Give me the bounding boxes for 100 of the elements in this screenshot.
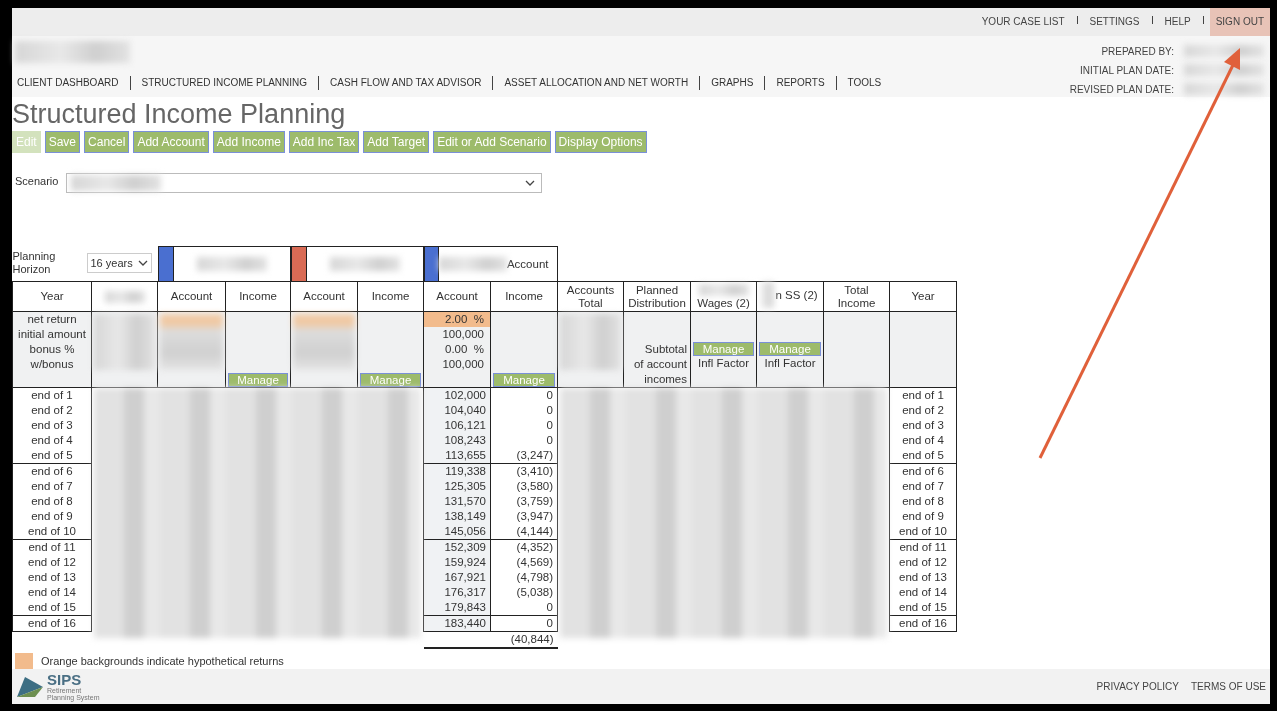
nav-link[interactable]: TOOLS [842, 77, 887, 89]
year-cell: end of 16 [889, 615, 957, 632]
account-value-cell: 106,121 [423, 418, 491, 434]
top-link[interactable]: HELP [1158, 8, 1197, 36]
blurred-area [560, 314, 621, 371]
plan-info-label: PREPARED BY: [1100, 45, 1174, 57]
infl-factor-label: Infl Factor [763, 356, 817, 372]
year-cell: end of 7 [12, 479, 92, 495]
year-cell: end of 10 [889, 524, 957, 540]
account-value-cell: 131,570 [423, 494, 491, 510]
income-value-cell: 0 [490, 615, 558, 632]
blurred-area [439, 257, 507, 272]
year-cell: end of 12 [889, 555, 957, 571]
planning-horizon-label: Planning Horizon [12, 250, 57, 277]
year-cell: end of 2 [889, 403, 957, 419]
blurred-area [329, 257, 400, 272]
year-cell: end of 6 [12, 463, 92, 480]
account-value-cell: 104,040 [423, 403, 491, 419]
column-header: Account [436, 290, 478, 304]
plan-info-label: REVISED PLAN DATE: [1068, 83, 1174, 95]
column-header: Account [303, 290, 345, 304]
page-title: Structured Income Planning [12, 99, 347, 130]
year-cell: end of 3 [889, 418, 957, 434]
nav-link[interactable]: CLIENT DASHBOARD [12, 77, 124, 89]
parameter-label: net return [26, 312, 78, 328]
column-header: Account [170, 290, 213, 304]
year-cell: end of 5 [889, 448, 957, 464]
parameter-label: bonus % [28, 342, 76, 358]
parameter-value: 100,000 [441, 357, 485, 373]
year-cell: end of 8 [889, 494, 957, 510]
plan-info-label: INITIAL PLAN DATE: [1079, 64, 1174, 76]
blurred-area [94, 314, 155, 371]
year-cell: end of 9 [889, 509, 957, 525]
column-header: Accounts Total [565, 283, 616, 310]
account-value-cell: 167,921 [423, 570, 491, 586]
income-value-cell: 0 [490, 600, 558, 616]
nav-link[interactable]: STRUCTURED INCOME PLANNING [136, 77, 313, 89]
account-value-cell: 179,843 [423, 600, 491, 616]
scenario-select[interactable] [66, 173, 543, 194]
column-header: Income [239, 290, 277, 304]
nav-link[interactable]: ASSET ALLOCATION AND NET WORTH [499, 77, 694, 89]
column-header: Planned Distribution [627, 283, 687, 310]
column-header: Year [911, 290, 935, 304]
year-cell: end of 14 [889, 585, 957, 601]
income-value-cell: (3,247) [490, 448, 558, 464]
account-value-cell: 176,317 [423, 585, 491, 601]
year-cell: end of 8 [12, 494, 92, 510]
year-cell: end of 16 [12, 615, 92, 632]
year-cell: end of 9 [12, 509, 92, 525]
logo-mark-icon [15, 674, 45, 699]
footer-link[interactable]: TERMS OF USE [1191, 681, 1266, 693]
column-header: Total Income [836, 283, 877, 310]
year-cell: end of 13 [12, 570, 92, 586]
nav-link[interactable]: REPORTS [771, 77, 830, 89]
legend-text: Orange backgrounds indicate hypothetical returns [41, 655, 284, 668]
blurred-area [196, 257, 267, 272]
account-group-title: Account [506, 258, 549, 271]
year-cell: end of 6 [889, 463, 957, 480]
planning-horizon-select[interactable]: 16 years [86, 253, 152, 274]
column-header: Wages (2) [697, 296, 750, 310]
chevron-down-icon [137, 260, 148, 267]
year-cell: end of 12 [12, 555, 92, 571]
blurred-area [104, 290, 145, 303]
income-value-cell: (4,144) [490, 524, 558, 540]
parameter-label: initial amount [17, 327, 87, 343]
income-total-cell: (40,844) [490, 631, 558, 649]
column-header: Year [40, 290, 64, 304]
top-link[interactable]: SIGN OUT [1209, 8, 1270, 36]
logo-text: SIPS [47, 672, 83, 688]
blurred-area [293, 314, 355, 371]
distribution-note: Subtotal of account incomes [632, 342, 688, 388]
year-cell: end of 15 [12, 600, 92, 616]
account-value-cell: 108,243 [423, 433, 491, 449]
top-link[interactable]: SETTINGS [1083, 8, 1146, 36]
blurred-area [698, 283, 749, 296]
account-value-cell: 113,655 [423, 448, 491, 464]
account-value-cell: 138,149 [423, 509, 491, 525]
year-cell: end of 5 [12, 448, 92, 464]
blurred-area [762, 282, 775, 309]
parameter-value: 100,000 [441, 327, 485, 343]
column-header: Income [505, 290, 543, 304]
year-cell: end of 14 [12, 585, 92, 601]
nav-link[interactable]: GRAPHS [706, 77, 759, 89]
year-cell: end of 10 [12, 524, 92, 540]
parameter-label: w/bonus [29, 357, 75, 373]
year-cell: end of 3 [12, 418, 92, 434]
blurred-area [160, 314, 223, 371]
infl-factor-label: Infl Factor [696, 356, 751, 372]
parameter-value: 0.00 % [444, 342, 485, 358]
account-value-cell: 145,056 [423, 524, 491, 540]
nav-link[interactable]: CASH FLOW AND TAX ADVISOR [325, 77, 487, 89]
top-link[interactable]: YOUR CASE LIST [975, 8, 1071, 36]
year-cell: end of 2 [12, 403, 92, 419]
year-cell: end of 11 [12, 539, 92, 556]
year-cell: end of 1 [12, 387, 92, 404]
year-cell: end of 7 [889, 479, 957, 495]
footer-link[interactable]: PRIVACY POLICY [1096, 681, 1179, 693]
chevron-down-icon [525, 180, 536, 187]
year-cell: end of 4 [889, 433, 957, 449]
year-cell: end of 15 [889, 600, 957, 616]
